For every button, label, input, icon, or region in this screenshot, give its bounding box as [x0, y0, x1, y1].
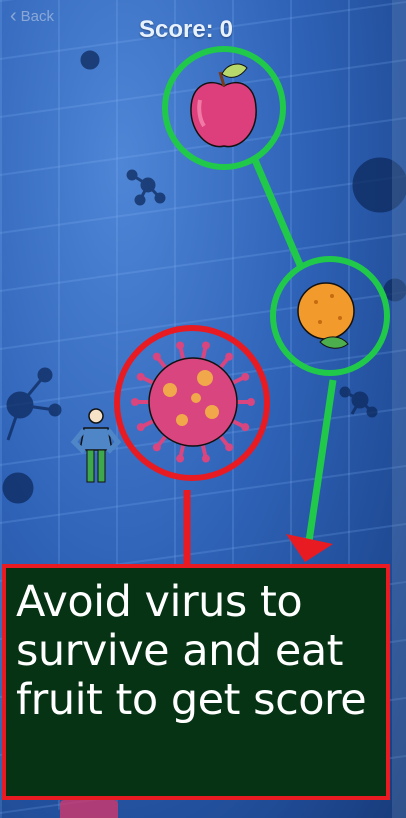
player-character-icon: [70, 408, 122, 483]
apple-icon: [190, 63, 257, 148]
virus-icon: [131, 341, 255, 463]
tutorial-message: Avoid virus to survive and eat fruit to …: [16, 577, 367, 725]
game-screen[interactable]: ‹ Back Score: 0 Avoid virus to survive a…: [0, 0, 406, 818]
tutorial-message-box: Avoid virus to survive and eat fruit to …: [2, 564, 390, 800]
screen-edge: [392, 0, 406, 818]
orange-icon: [297, 282, 355, 349]
partial-game-object: [60, 800, 118, 818]
